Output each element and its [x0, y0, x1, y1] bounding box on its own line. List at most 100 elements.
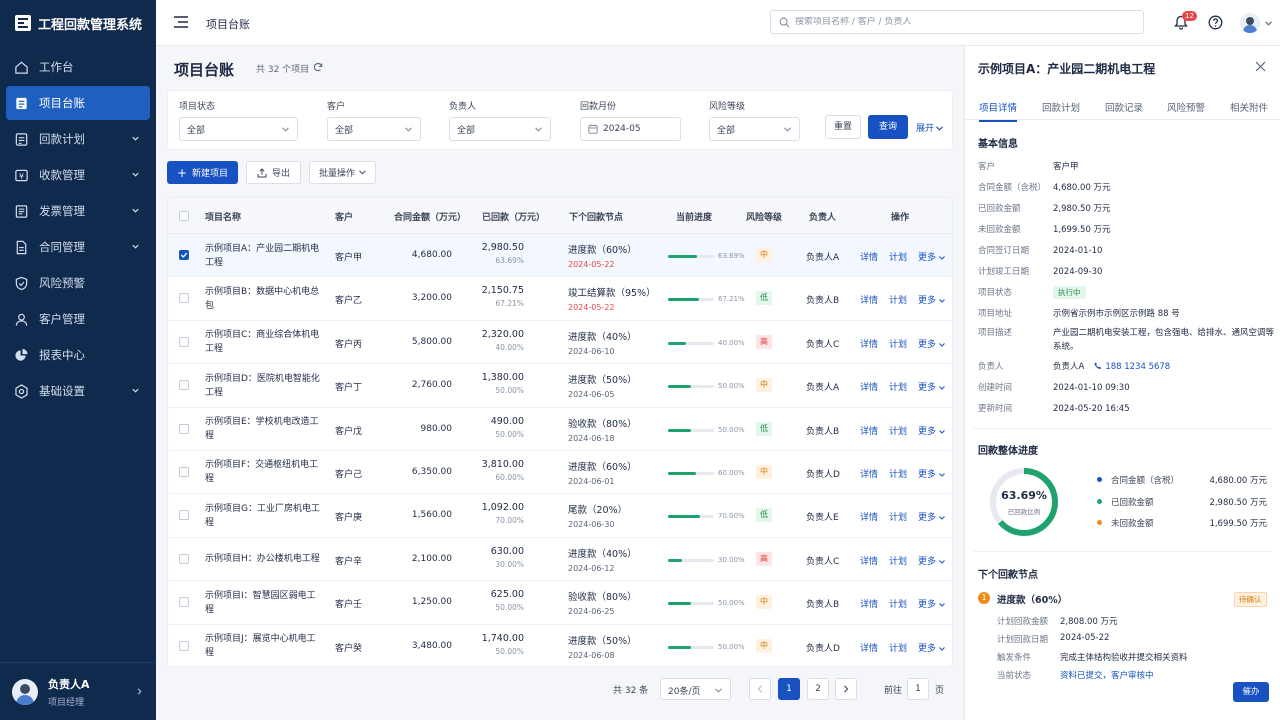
new-project-button[interactable]: + 新建项目 [167, 161, 238, 184]
detail-link[interactable]: 详情 [860, 554, 878, 567]
table-row[interactable]: 示例项目H：办公楼机电工程 客户辛 2,100.00 630.00 30.00% 进度款（… [168, 538, 952, 582]
help-icon[interactable] [1208, 15, 1223, 30]
sidebar-item-payment-plan[interactable]: 回款计划 [6, 122, 150, 156]
more-menu[interactable]: 更多 [918, 293, 945, 306]
sidebar-item-contract[interactable]: 合同管理 [6, 230, 150, 264]
table-row[interactable]: 示例项目I：智慧园区弱电工程 客户壬 1,250.00 625.00 50.00% 验收款… [168, 581, 952, 625]
query-button[interactable]: 查询 [868, 115, 908, 139]
detail-link[interactable]: 详情 [860, 597, 878, 610]
plan-link[interactable]: 计划 [889, 641, 907, 654]
row-checkbox[interactable] [179, 466, 189, 477]
user-profile[interactable]: 负责人A 项目经理 [0, 662, 156, 720]
top-avatar[interactable] [1240, 13, 1260, 33]
row-checkbox[interactable] [179, 640, 189, 651]
row-checkbox[interactable] [179, 597, 189, 608]
detail-link[interactable]: 详情 [860, 380, 878, 393]
tab-project-detail[interactable]: 项目详情 [979, 100, 1018, 122]
plan-link[interactable]: 计划 [889, 337, 907, 350]
plan-link[interactable]: 计划 [889, 467, 907, 480]
table-row[interactable]: 示例项目D：医院机电智能化工程 客户丁 2,760.00 1,380.00 50.00%… [168, 364, 952, 408]
detail-link[interactable]: 详情 [860, 641, 878, 654]
row-checkbox[interactable] [179, 510, 189, 521]
row-checkbox[interactable] [179, 423, 189, 434]
status-select[interactable]: 全部 [179, 117, 298, 141]
risk-select[interactable]: 全部 [709, 117, 800, 141]
table-row[interactable]: 示例项目J：展览中心机电工程 客户癸 3,480.00 1,740.00 50.00% 进… [168, 625, 952, 666]
search-box[interactable] [770, 10, 1144, 34]
more-menu[interactable]: 更多 [918, 554, 945, 567]
search-input[interactable] [795, 17, 1125, 27]
project-name[interactable]: 示例项目H：办公楼机电工程 [205, 538, 323, 581]
page-button-2[interactable]: 2 [807, 678, 829, 700]
sidebar-item-collection[interactable]: ¥ 收款管理 [6, 158, 150, 192]
row-checkbox[interactable] [179, 250, 189, 260]
tab-payment-plan[interactable]: 回款计划 [1042, 100, 1080, 114]
project-name[interactable]: 示例项目F：交通枢纽机电工程 [205, 451, 323, 494]
detail-link[interactable]: 详情 [860, 337, 878, 350]
chevron-down-icon[interactable] [1265, 21, 1272, 26]
project-name[interactable]: 示例项目B：数据中心机电总包 [205, 277, 323, 320]
more-menu[interactable]: 更多 [918, 510, 945, 523]
sidebar-item-invoice[interactable]: 发票管理 [6, 194, 150, 228]
urge-button[interactable]: 催办 [1233, 682, 1269, 702]
project-name[interactable]: 示例项目C：商业综合体机电工程 [205, 321, 323, 364]
more-menu[interactable]: 更多 [918, 380, 945, 393]
plan-link[interactable]: 计划 [889, 250, 907, 263]
plan-link[interactable]: 计划 [889, 424, 907, 437]
project-name[interactable]: 示例项目G：工业厂房机电工程 [205, 494, 323, 537]
page-button-1[interactable]: 1 [778, 678, 800, 700]
row-checkbox[interactable] [179, 336, 189, 347]
plan-link[interactable]: 计划 [889, 554, 907, 567]
page-size-select[interactable]: 20条/页 [660, 678, 731, 700]
table-row[interactable]: 示例项目A：产业园二期机电工程 客户甲 4,680.00 2,980.50 63.69%… [168, 234, 952, 278]
select-all-checkbox[interactable] [179, 211, 189, 221]
tab-attachments[interactable]: 相关附件 [1230, 100, 1268, 114]
detail-link[interactable]: 详情 [860, 293, 878, 306]
more-menu[interactable]: 更多 [918, 467, 945, 480]
table-row[interactable]: 示例项目C：商业综合体机电工程 客户丙 5,800.00 2,320.00 40.00%… [168, 321, 952, 365]
plan-link[interactable]: 计划 [889, 597, 907, 610]
more-menu[interactable]: 更多 [918, 250, 945, 263]
more-menu[interactable]: 更多 [918, 597, 945, 610]
project-name[interactable]: 示例项目E：学校机电改造工程 [205, 408, 323, 451]
more-menu[interactable]: 更多 [918, 641, 945, 654]
project-name[interactable]: 示例项目D：医院机电智能化工程 [205, 364, 323, 407]
table-row[interactable]: 示例项目B：数据中心机电总包 客户乙 3,200.00 2,150.75 67.21% 竣… [168, 277, 952, 321]
detail-link[interactable]: 详情 [860, 250, 878, 263]
export-button[interactable]: 导出 [246, 161, 301, 184]
plan-link[interactable]: 计划 [889, 380, 907, 393]
sidebar-item-project-ledger[interactable]: 项目台账 [6, 86, 150, 120]
row-checkbox[interactable] [179, 293, 189, 304]
phone-link[interactable]: 188 1234 5678 [1094, 362, 1170, 372]
close-icon[interactable] [1255, 61, 1266, 72]
plan-link[interactable]: 计划 [889, 510, 907, 523]
row-checkbox[interactable] [179, 553, 189, 564]
tab-risk-warning[interactable]: 风险预警 [1167, 100, 1205, 114]
project-name[interactable]: 示例项目J：展览中心机电工程 [205, 625, 323, 666]
more-menu[interactable]: 更多 [918, 424, 945, 437]
detail-link[interactable]: 详情 [860, 467, 878, 480]
menu-toggle-icon[interactable] [174, 16, 188, 28]
batch-actions-button[interactable]: 批量操作 [309, 161, 376, 184]
sidebar-item-risk-warning[interactable]: 风险预警 [6, 266, 150, 300]
sidebar-item-customer[interactable]: 客户管理 [6, 302, 150, 336]
month-picker[interactable]: 2024-05 [580, 117, 681, 141]
more-menu[interactable]: 更多 [918, 337, 945, 350]
next-page-button[interactable] [835, 678, 857, 700]
app-brand[interactable]: 工程回款管理系统 [0, 0, 156, 46]
table-row[interactable]: 示例项目F：交通枢纽机电工程 客户己 6,350.00 3,810.00 60.00% 进… [168, 451, 952, 495]
detail-link[interactable]: 详情 [860, 510, 878, 523]
sidebar-item-workbench[interactable]: 工作台 [6, 50, 150, 84]
sidebar-item-reports[interactable]: 报表中心 [6, 338, 150, 372]
project-name[interactable]: 示例项目I：智慧园区弱电工程 [205, 581, 323, 624]
goto-page-input[interactable]: 1 [907, 678, 929, 700]
table-row[interactable]: 示例项目G：工业厂房机电工程 客户庚 1,560.00 1,092.00 70.00% 尾… [168, 494, 952, 538]
detail-link[interactable]: 详情 [860, 424, 878, 437]
refresh-icon[interactable] [313, 62, 323, 72]
row-checkbox[interactable] [179, 380, 189, 391]
owner-select[interactable]: 全部 [449, 117, 551, 141]
sidebar-item-settings[interactable]: 基础设置 [6, 374, 150, 408]
tab-payment-records[interactable]: 回款记录 [1105, 100, 1143, 114]
plan-link[interactable]: 计划 [889, 293, 907, 306]
expand-filters-button[interactable]: 展开 [916, 121, 943, 134]
